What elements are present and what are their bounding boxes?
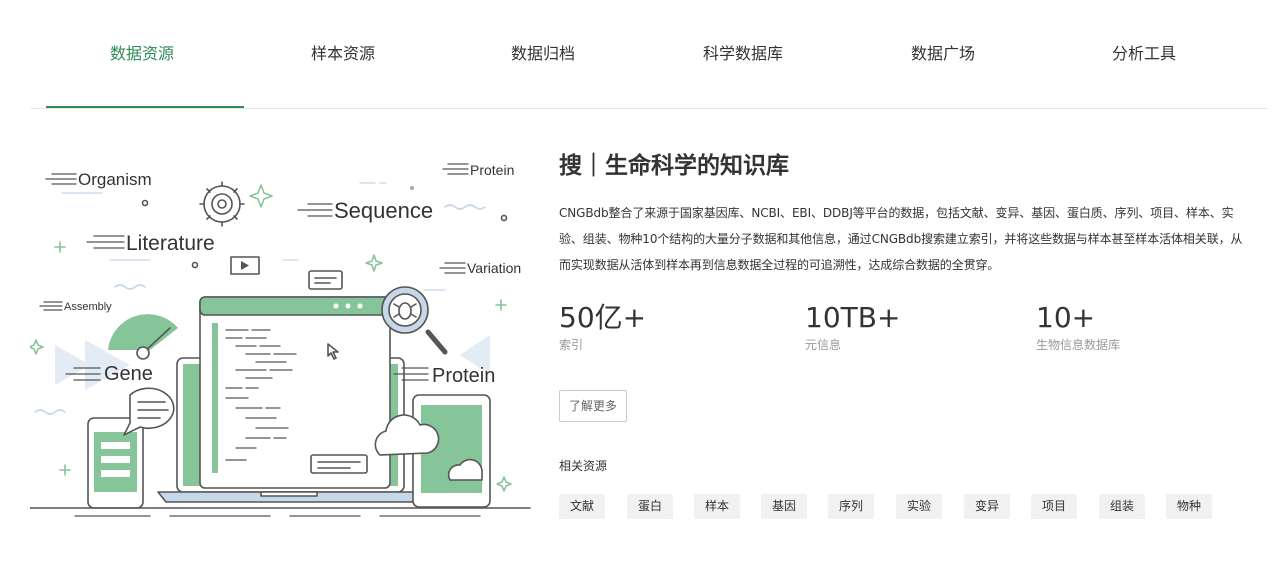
chip-literature[interactable]: 文献 — [559, 494, 606, 519]
tab-science-database[interactable]: 科学数据库 — [703, 40, 783, 64]
tab-analysis-tools[interactable]: 分析工具 — [1112, 40, 1176, 64]
stat-metadata: 10TB+ 元信息 — [805, 300, 900, 354]
label-assembly: Assembly — [64, 301, 112, 313]
active-tab-indicator — [46, 106, 244, 108]
label-organism: Organism — [78, 170, 152, 189]
learn-more-button[interactable]: 了解更多 — [559, 390, 628, 422]
chip-sequence[interactable]: 序列 — [828, 494, 875, 519]
label-protein-small: Protein — [470, 162, 514, 178]
label-protein-large: Protein — [432, 365, 495, 387]
stat-index: 50亿+ 索引 — [559, 300, 646, 354]
top-tab-bar: 数据资源 样本资源 数据归档 科学数据库 数据广场 分析工具 — [30, 0, 1267, 109]
description-text: CNGBdb整合了来源于国家基因库、NCBI、EBI、DDBJ等平台的数据，包括… — [559, 206, 1243, 272]
tab-data-archive[interactable]: 数据归档 — [511, 40, 575, 64]
hero-illustration: Organism Protein Sequence Literature Var… — [30, 162, 531, 517]
label-variation: Variation — [467, 260, 521, 276]
tab-data-resources[interactable]: 数据资源 — [110, 40, 174, 64]
chip-variation[interactable]: 变异 — [964, 494, 1011, 519]
chip-organism[interactable]: 物种 — [1166, 494, 1213, 519]
chip-experiment[interactable]: 实验 — [896, 494, 943, 519]
stat-label: 元信息 — [805, 338, 842, 352]
stat-label: 生物信息数据库 — [1036, 338, 1121, 352]
tab-data-square[interactable]: 数据广场 — [911, 40, 975, 64]
resource-intro: 搜｜生命科学的知识库 CNGBdb整合了来源于国家基因库、NCBI、EBI、DD… — [559, 150, 1249, 519]
chip-gene[interactable]: 基因 — [761, 494, 808, 519]
tab-sample-resources[interactable]: 样本资源 — [311, 40, 375, 64]
label-gene: Gene — [104, 363, 153, 385]
stat-value: 50亿+ — [559, 301, 647, 334]
stat-label: 索引 — [559, 338, 584, 352]
chip-sample[interactable]: 样本 — [694, 494, 741, 519]
stat-value: 10TB+ — [805, 301, 901, 334]
chip-protein[interactable]: 蛋白 — [627, 494, 674, 519]
chip-assembly[interactable]: 组装 — [1099, 494, 1146, 519]
stat-value: 10+ — [1036, 301, 1096, 334]
stats-row: 50亿+ 索引 10TB+ 元信息 10+ 生物信息数据库 — [559, 300, 1249, 360]
page-title: 搜｜生命科学的知识库 — [559, 153, 789, 179]
label-literature: Literature — [126, 232, 215, 255]
chip-project[interactable]: 项目 — [1031, 494, 1078, 519]
label-sequence: Sequence — [334, 198, 433, 223]
related-resources-title: 相关资源 — [559, 459, 608, 473]
stat-databases: 10+ 生物信息数据库 — [1036, 300, 1120, 354]
